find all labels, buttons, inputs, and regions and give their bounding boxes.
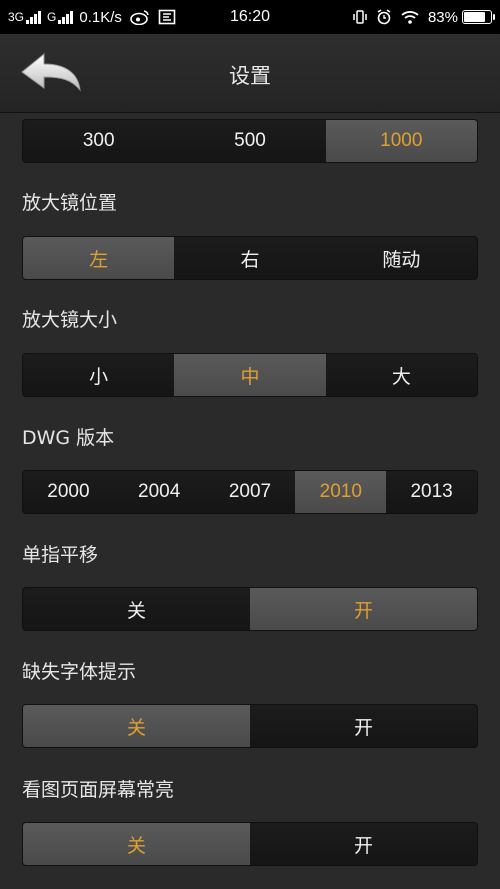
option-2007[interactable]: 2007: [205, 471, 296, 513]
option-off[interactable]: 关: [23, 705, 250, 747]
signal-icon-2: [58, 10, 74, 24]
option-1000[interactable]: 1000: [325, 120, 477, 162]
option-on[interactable]: 开: [250, 705, 477, 747]
screenshot-icon: [158, 9, 176, 25]
magnifier-position-label: 放大镜位置: [22, 192, 118, 214]
status-bar: 3G G 0.1K/s 16:20 83%: [0, 0, 500, 34]
missing-font-prompt-control: 关 开: [22, 704, 478, 748]
option-300[interactable]: 300: [23, 120, 174, 162]
settings-list: 300 500 1000 放大镜位置 左 右 随动 放大镜大小 小 中 大 DW…: [0, 112, 500, 889]
option-left[interactable]: 左: [23, 237, 175, 279]
wifi-icon: [400, 9, 420, 25]
option-500[interactable]: 500: [174, 120, 325, 162]
option-right[interactable]: 右: [174, 237, 325, 279]
page-title: 设置: [229, 64, 271, 88]
option-follow[interactable]: 随动: [326, 237, 477, 279]
screen-always-on-label: 看图页面屏幕常亮: [22, 779, 175, 801]
magnifier-position-control: 左 右 随动: [22, 236, 478, 280]
option-2013[interactable]: 2013: [386, 471, 477, 513]
option-on[interactable]: 开: [250, 823, 477, 865]
dwg-version-label: DWG 版本: [22, 427, 115, 449]
weibo-icon: [130, 9, 150, 25]
network-speed: 0.1K/s: [79, 8, 122, 26]
option-off[interactable]: 关: [23, 588, 250, 630]
status-left: 3G G 0.1K/s: [8, 9, 250, 26]
option-2010[interactable]: 2010: [295, 471, 387, 513]
first-segment-control: 300 500 1000: [22, 119, 478, 163]
alarm-icon: [376, 9, 392, 25]
screen-always-on-control: 关 开: [22, 822, 478, 866]
single-finger-pan-label: 单指平移: [22, 544, 99, 566]
option-small[interactable]: 小: [23, 354, 174, 396]
signal-icon: [26, 10, 42, 24]
screen: 3G G 0.1K/s 16:20 83% 设置 300 500 1000 放大…: [0, 0, 500, 889]
option-medium[interactable]: 中: [174, 354, 326, 396]
vibrate-icon: [352, 9, 368, 25]
status-right: 83%: [250, 8, 495, 26]
magnifier-size-label: 放大镜大小: [22, 309, 118, 331]
single-finger-pan-control: 关 开: [22, 587, 478, 631]
option-off[interactable]: 关: [23, 823, 250, 865]
option-2000[interactable]: 2000: [23, 471, 114, 513]
magnifier-size-control: 小 中 大: [22, 353, 478, 397]
battery-icon: [462, 10, 495, 24]
option-2004[interactable]: 2004: [114, 471, 205, 513]
network-type-1: 3G: [8, 10, 25, 24]
option-large[interactable]: 大: [326, 354, 477, 396]
battery-percent: 83%: [427, 8, 458, 26]
missing-font-prompt-label: 缺失字体提示: [22, 661, 137, 683]
title-bar: 设置: [0, 34, 500, 113]
network-type-2: G: [47, 10, 57, 24]
option-on[interactable]: 开: [250, 588, 477, 630]
dwg-version-control: 2000 2004 2007 2010 2013: [22, 470, 478, 514]
